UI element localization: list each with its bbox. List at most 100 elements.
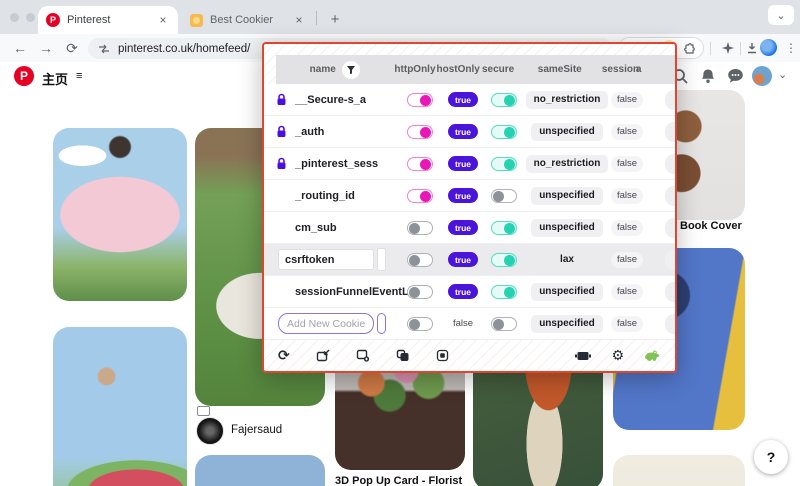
- column-session: session: [601, 64, 640, 75]
- add-cookie-input[interactable]: [278, 313, 374, 334]
- browser-window: P Pinterest × Best Cookier × + ⌄ ← → ⟳ p…: [0, 0, 800, 486]
- filter-button[interactable]: [341, 60, 360, 79]
- httponly-toggle[interactable]: [407, 220, 433, 235]
- cookie-row-session-funnel[interactable]: sessionFunnelEventLo true unspecified fa…: [264, 276, 675, 308]
- puzzle-extensions-icon[interactable]: [683, 42, 696, 55]
- copy-all-button[interactable]: [396, 349, 410, 362]
- avatar[interactable]: [196, 417, 224, 445]
- pin-card-watermelon[interactable]: [53, 327, 187, 486]
- secure-toggle[interactable]: [491, 188, 517, 203]
- messages-chat-icon[interactable]: [727, 68, 744, 84]
- samesite-value[interactable]: unspecified: [531, 186, 603, 205]
- site-settings-icon[interactable]: [98, 44, 110, 54]
- session-value: false: [610, 187, 644, 204]
- pin-caption-florist[interactable]: 3D Pop Up Card - Florist: [335, 475, 462, 486]
- help-button[interactable]: ?: [754, 440, 788, 474]
- secure-toggle[interactable]: [491, 124, 517, 139]
- value-pill-cut: [665, 185, 675, 206]
- secure-toggle[interactable]: [491, 316, 517, 331]
- delete-all-button[interactable]: [436, 349, 449, 362]
- httponly-toggle[interactable]: [407, 124, 433, 139]
- popup-footer-toolbar: ⟳ ⚙: [264, 340, 675, 371]
- samesite-value[interactable]: unspecified: [531, 314, 603, 333]
- httponly-toggle[interactable]: [407, 252, 433, 267]
- pin-caption-book-cover[interactable]: Book Cover: [680, 220, 742, 232]
- tab-pinterest[interactable]: P Pinterest ×: [38, 6, 178, 34]
- pin-card-flower-dress[interactable]: [53, 128, 187, 301]
- secure-toggle[interactable]: [491, 284, 517, 299]
- pin-card-ocean[interactable]: [195, 455, 325, 486]
- samesite-value[interactable]: unspecified: [531, 218, 603, 237]
- cookie-row-csrftoken[interactable]: true lax false: [264, 244, 675, 276]
- httponly-toggle[interactable]: [407, 284, 433, 299]
- tab-best-cookier[interactable]: Best Cookier ×: [184, 8, 312, 32]
- secure-toggle[interactable]: [491, 156, 517, 171]
- session-value: false: [610, 155, 644, 172]
- cookie-name-input[interactable]: [278, 249, 374, 270]
- cookie-name: _pinterest_sess: [295, 157, 379, 170]
- pin-card-two-characters[interactable]: [613, 455, 745, 486]
- column-httponly: httpOnly: [394, 64, 436, 75]
- download-icon[interactable]: [742, 38, 762, 58]
- httponly-toggle[interactable]: [407, 316, 433, 331]
- export-button[interactable]: [356, 349, 370, 362]
- dino-mascot-icon[interactable]: [644, 348, 661, 363]
- column-actions: a: [635, 64, 642, 75]
- value-pill-cut: [665, 121, 675, 142]
- hostonly-badge: true: [447, 220, 479, 235]
- profile-avatar[interactable]: [760, 39, 777, 56]
- session-value: false: [610, 123, 644, 140]
- chrome-menu-icon[interactable]: ⋮: [784, 38, 798, 58]
- httponly-toggle[interactable]: [407, 188, 433, 203]
- user-avatar[interactable]: [752, 66, 772, 86]
- samesite-value[interactable]: no_restriction: [525, 90, 609, 109]
- url-text[interactable]: pinterest.co.uk/homefeed/: [118, 43, 250, 55]
- secure-toggle[interactable]: [491, 220, 517, 235]
- home-nav-label[interactable]: 主页: [42, 69, 68, 88]
- close-icon[interactable]: ×: [156, 13, 170, 27]
- menu-icon[interactable]: ≡: [76, 70, 82, 82]
- cookie-row-cm-sub[interactable]: cm_sub true unspecified false: [264, 212, 675, 244]
- session-value: false: [610, 315, 644, 332]
- secure-toggle[interactable]: [491, 92, 517, 107]
- chevron-down-icon[interactable]: ⌄: [768, 5, 794, 25]
- httponly-toggle[interactable]: [407, 92, 433, 107]
- add-cookie-row[interactable]: false unspecified false: [264, 308, 675, 340]
- board-icon: [197, 406, 210, 416]
- cookie-extension-favicon: [190, 13, 203, 27]
- import-button[interactable]: [316, 349, 330, 362]
- fullscreen-button[interactable]: [575, 350, 592, 362]
- httponly-toggle[interactable]: [407, 156, 433, 171]
- new-tab-button[interactable]: +: [324, 8, 346, 30]
- column-samesite: sameSite: [537, 64, 582, 75]
- lock-icon: [276, 157, 287, 170]
- secure-toggle[interactable]: [491, 252, 517, 267]
- value-pill-cut: [665, 281, 675, 302]
- toolbar-divider: [740, 42, 741, 55]
- cookie-row-secure-s-a[interactable]: __Secure-s_a true no_restriction false: [264, 84, 675, 116]
- pin-author-name[interactable]: Fajersaud: [231, 424, 282, 436]
- samesite-value[interactable]: unspecified: [531, 282, 603, 301]
- hostonly-badge: false: [452, 318, 474, 329]
- cookie-row-routing-id[interactable]: _routing_id true unspecified false: [264, 180, 675, 212]
- settings-gear-icon[interactable]: ⚙: [611, 347, 624, 364]
- pinterest-logo[interactable]: P: [14, 66, 34, 86]
- cookie-row-auth[interactable]: _auth true unspecified false: [264, 116, 675, 148]
- forward-button[interactable]: →: [36, 38, 56, 58]
- sparkle-icon[interactable]: [718, 38, 738, 58]
- close-icon[interactable]: ×: [292, 13, 306, 27]
- cookie-row-pinterest-sess[interactable]: _pinterest_sess true no_restriction fals…: [264, 148, 675, 180]
- chevron-down-icon[interactable]: ⌄: [778, 68, 787, 81]
- samesite-value[interactable]: unspecified: [531, 122, 603, 141]
- notifications-bell-icon[interactable]: [700, 68, 716, 85]
- back-button[interactable]: ←: [10, 38, 30, 58]
- cookie-name: _routing_id: [295, 189, 355, 202]
- samesite-value[interactable]: lax: [552, 251, 582, 269]
- cookie-name: cm_sub: [295, 221, 337, 234]
- reload-button[interactable]: ⟳: [62, 38, 82, 58]
- refresh-button[interactable]: ⟳: [278, 347, 290, 364]
- session-value: false: [610, 91, 644, 108]
- samesite-value[interactable]: no_restriction: [525, 154, 609, 173]
- column-secure: secure: [481, 64, 515, 75]
- hostonly-badge: true: [447, 284, 479, 299]
